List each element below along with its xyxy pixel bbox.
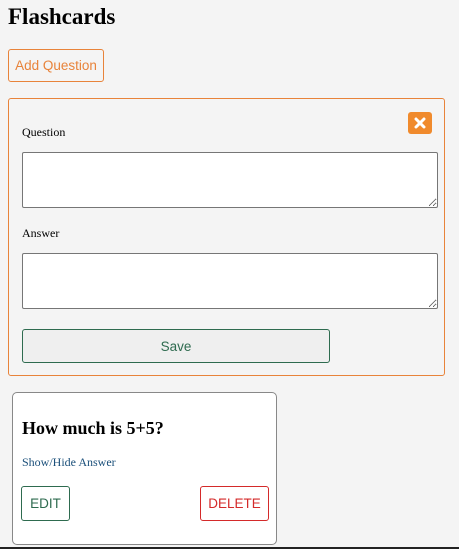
edit-button[interactable]: EDIT xyxy=(21,486,70,521)
question-form-panel: Question Answer Save xyxy=(8,98,445,376)
close-form-button[interactable] xyxy=(408,112,432,134)
flashcard: How much is 5+5? Show/Hide Answer EDIT D… xyxy=(12,392,277,545)
show-hide-answer-link[interactable]: Show/Hide Answer xyxy=(22,455,116,469)
close-icon xyxy=(414,117,426,129)
answer-input[interactable] xyxy=(22,253,438,309)
answer-label: Answer xyxy=(22,226,60,240)
question-input[interactable] xyxy=(22,152,438,208)
page-title: Flashcards xyxy=(8,4,116,29)
add-question-button[interactable]: Add Question xyxy=(8,49,104,82)
card-question: How much is 5+5? xyxy=(22,418,164,438)
delete-button[interactable]: DELETE xyxy=(200,486,269,521)
save-button[interactable]: Save xyxy=(22,329,330,363)
question-label: Question xyxy=(22,125,66,139)
